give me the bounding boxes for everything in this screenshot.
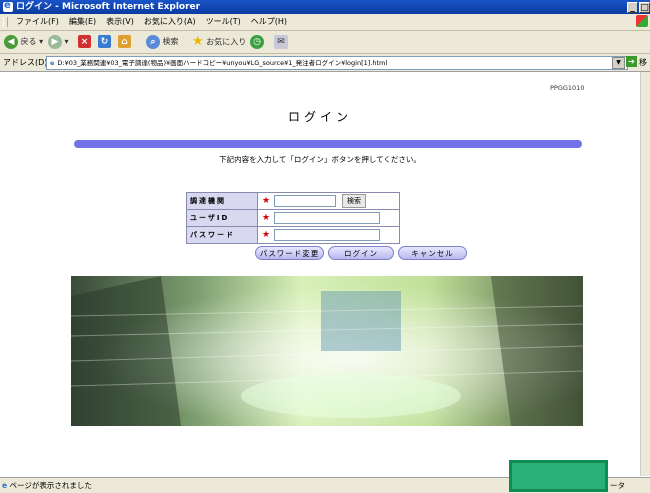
forward-arrow-icon: ▶	[48, 34, 62, 49]
form-row-user-id: ユーザID ★	[187, 210, 399, 227]
required-icon: ★	[261, 213, 271, 223]
user-id-label: ユーザID	[187, 210, 258, 226]
stop-button[interactable]: ×	[78, 34, 91, 50]
header-divider	[74, 140, 582, 148]
page-title: ログイン	[287, 110, 352, 124]
menu-view[interactable]: 表示(V)	[106, 17, 134, 26]
address-input[interactable]: e D:¥03_業務関連¥03_電子調達(物品)¥画面ハードコピー¥unyou¥L…	[46, 56, 628, 70]
address-dropdown-button[interactable]: ▼	[612, 57, 625, 69]
password-input[interactable]	[274, 229, 380, 241]
minimize-button[interactable]: _	[627, 2, 638, 13]
back-button[interactable]: ◀ 戻る ▾	[4, 34, 43, 50]
cancel-button[interactable]: キャンセル	[398, 246, 467, 260]
required-icon: ★	[261, 230, 271, 240]
stop-icon: ×	[78, 35, 91, 48]
user-id-input[interactable]	[274, 212, 380, 224]
login-button[interactable]: ログイン	[328, 246, 394, 260]
window-controls: _ □	[626, 1, 650, 15]
password-field-cell	[274, 227, 399, 243]
history-icon: ◷	[250, 34, 264, 49]
back-arrow-icon: ◀	[4, 34, 18, 49]
mail-icon: ✉	[274, 34, 288, 49]
user-id-field-cell	[274, 210, 399, 226]
menu-file[interactable]: ファイル(F)	[16, 17, 59, 26]
address-value: D:¥03_業務関連¥03_電子調達(物品)¥画面ハードコピー¥unyou¥LG…	[57, 59, 388, 67]
overlay-block	[509, 460, 608, 492]
ie-icon	[3, 0, 13, 13]
go-arrow-icon[interactable]: ➔	[626, 56, 637, 67]
address-label: アドレス(D)	[3, 58, 48, 67]
agency-label: 調達機関	[187, 193, 258, 209]
refresh-button[interactable]: ↻	[98, 34, 111, 50]
home-button[interactable]: ⌂	[118, 34, 131, 50]
vertical-scrollbar[interactable]	[640, 72, 650, 476]
change-password-button[interactable]: パスワード変更	[255, 246, 324, 260]
star-icon: ★	[192, 34, 204, 49]
menu-favorites[interactable]: お気に入り(A)	[144, 17, 196, 26]
hero-image	[71, 276, 583, 426]
address-bar: アドレス(D) e D:¥03_業務関連¥03_電子調達(物品)¥画面ハードコピー…	[0, 54, 650, 84]
home-icon: ⌂	[118, 35, 131, 48]
form-row-agency: 調達機関 ★ 検索	[187, 193, 399, 210]
status-zone: ータ	[610, 481, 625, 490]
page-status-icon: e	[2, 481, 8, 490]
title-bar: ログイン - Microsoft Internet Explorer _□	[0, 0, 650, 14]
page-id: PPGG1010	[550, 84, 585, 92]
required-icon: ★	[261, 196, 271, 206]
menu-help[interactable]: ヘルプ(H)	[251, 17, 287, 26]
instruction-text: 下記内容を入力して「ログイン」ボタンを押してください。	[219, 155, 421, 164]
form-row-password: パスワード ★	[187, 227, 399, 243]
toolbar-grip[interactable]	[3, 17, 8, 27]
page-icon: e	[50, 59, 55, 67]
toolbar: ◀ 戻る ▾ ▶ ▾ × ↻ ⌂ ⌕ 検索 ★ お気に入り ◷ ✉	[0, 31, 650, 54]
window-title: ログイン - Microsoft Internet Explorer	[16, 2, 201, 12]
windows-logo-icon	[636, 15, 648, 27]
menu-bar: ファイル(F) 編集(E) 表示(V) お気に入り(A) ツール(T) ヘルプ(H)	[0, 14, 650, 31]
agency-input[interactable]	[274, 195, 336, 207]
login-form: 調達機関 ★ 検索 ユーザID ★ パスワード ★	[186, 192, 400, 244]
menu-edit[interactable]: 編集(E)	[69, 17, 96, 26]
favorites-button[interactable]: ★ お気に入り	[192, 34, 246, 50]
status-text: ページが表示されました	[9, 481, 92, 490]
maximize-button[interactable]: □	[639, 2, 650, 13]
agency-search-button[interactable]: 検索	[342, 194, 366, 208]
password-label: パスワード	[187, 227, 258, 243]
search-icon: ⌕	[146, 34, 160, 49]
page-content: PPGG1010 ログイン 下記内容を入力して「ログイン」ボタンを押してください…	[0, 72, 640, 476]
mail-button[interactable]: ✉	[274, 34, 288, 50]
history-button[interactable]: ◷	[250, 34, 264, 50]
agency-field-cell: 検索	[274, 193, 399, 209]
forward-button[interactable]: ▶ ▾	[48, 34, 69, 50]
refresh-icon: ↻	[98, 35, 111, 48]
menu-tools[interactable]: ツール(T)	[206, 17, 241, 26]
search-button[interactable]: ⌕ 検索	[146, 34, 179, 50]
